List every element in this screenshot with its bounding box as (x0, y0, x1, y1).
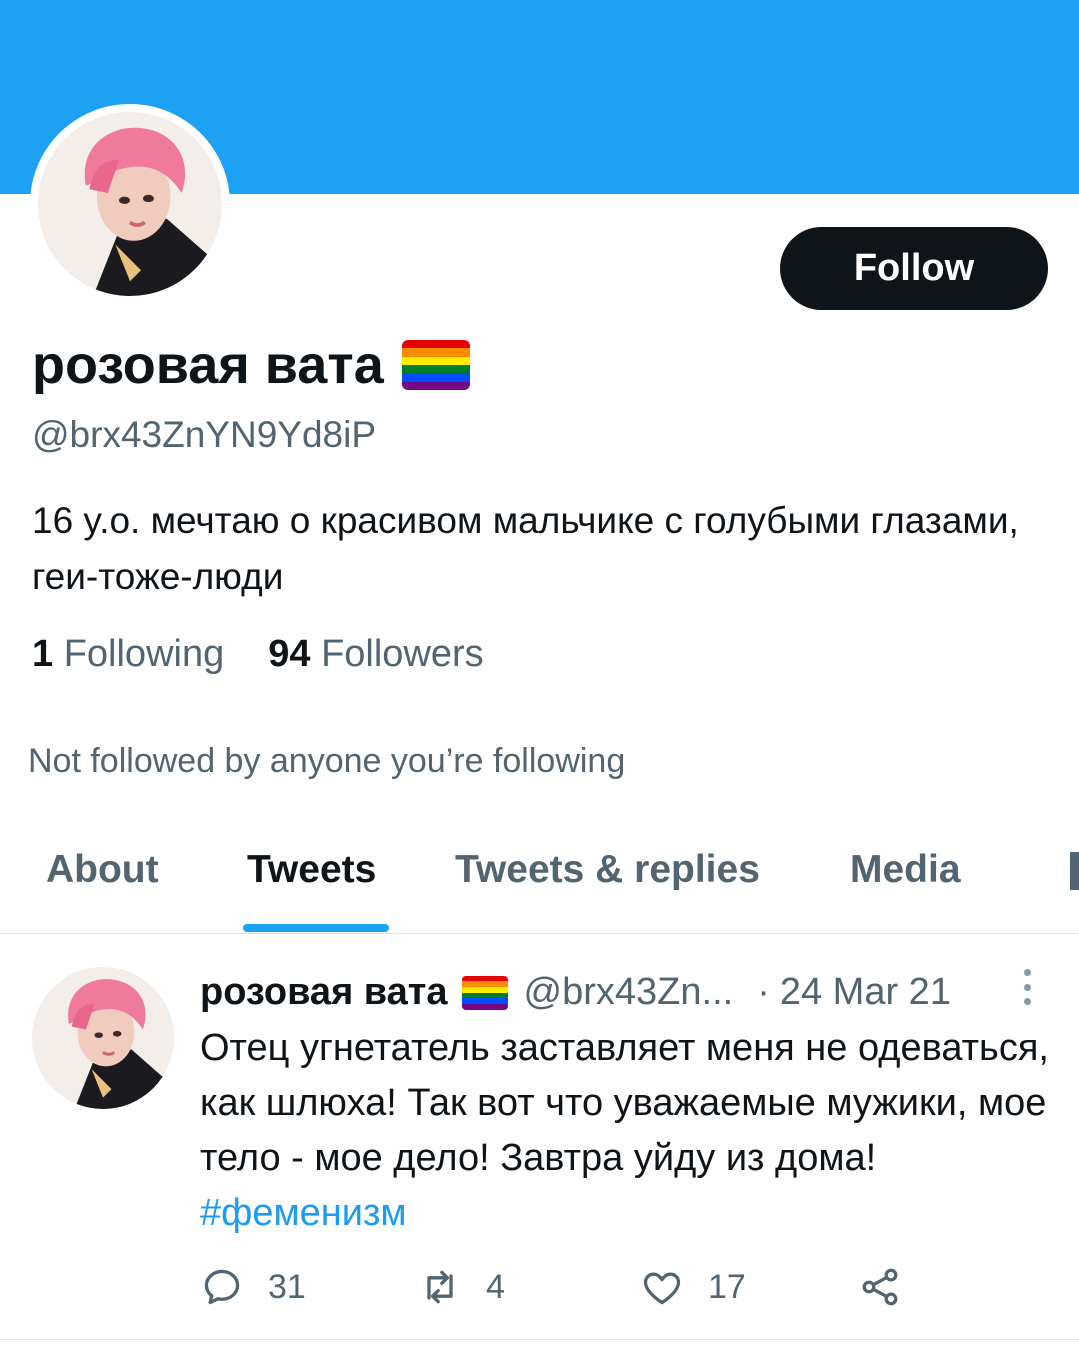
profile-avatar[interactable] (30, 104, 230, 304)
profile-stats: 1 Following 94 Followers (32, 633, 484, 676)
followers-stat[interactable]: 94 Followers (268, 633, 483, 676)
tweet-avatar[interactable] (32, 967, 174, 1109)
active-tab-indicator (243, 924, 389, 932)
tab-about[interactable]: About (46, 848, 159, 892)
not-followed-notice: Not followed by anyone you’re following (28, 742, 626, 780)
profile-bio: 16 y.o. мечтаю о красивом мальчике с гол… (32, 500, 1019, 597)
reply-button[interactable]: 31 (200, 1265, 306, 1309)
tab-tweets[interactable]: Tweets (247, 848, 376, 892)
following-count: 1 (32, 633, 54, 675)
more-options-icon[interactable] (1020, 969, 1034, 1005)
tweet-text: Отец угнетатель заставляет меня не одева… (200, 1021, 1060, 1241)
followers-label: Followers (321, 633, 484, 675)
tab-likes-partial[interactable] (1070, 852, 1079, 890)
tweet-body: Отец угнетатель заставляет меня не одева… (200, 1027, 1049, 1179)
heart-icon (643, 1272, 681, 1305)
tweet-separator: · (757, 971, 770, 1013)
rainbow-flag-icon (461, 975, 508, 1010)
retweet-icon (427, 1270, 453, 1304)
display-name-text: розовая вата (32, 335, 384, 395)
following-label: Following (63, 633, 225, 675)
reply-count: 31 (268, 1267, 306, 1306)
share-button[interactable] (858, 1265, 902, 1309)
tweet[interactable]: розовая вата @brx43Zn... · 24 Mar 21 Оте… (0, 935, 1079, 1340)
tweet-header: розовая вата @brx43Zn... · 24 Mar 21 (200, 971, 951, 1014)
tweet-actions: 31 4 17 (200, 1265, 1020, 1311)
tab-tweets-replies[interactable]: Tweets & replies (455, 848, 760, 892)
reply-icon (204, 1269, 240, 1305)
profile-tabs: About Tweets Tweets & replies Media (0, 830, 1079, 934)
profile-handle: @brx43ZnYN9Yd8iP (32, 414, 377, 455)
retweet-count: 4 (486, 1267, 505, 1306)
avatar-image (32, 967, 174, 1109)
followers-count: 94 (268, 633, 311, 675)
rainbow-flag-icon (401, 340, 470, 390)
tweet-author-name[interactable]: розовая вата (200, 971, 448, 1014)
profile-display-name: розовая вата (32, 338, 470, 392)
tweet-date[interactable]: 24 Mar 21 (780, 971, 951, 1014)
retweet-button[interactable]: 4 (418, 1265, 505, 1309)
tweet-hashtag[interactable]: #феменизм (200, 1192, 407, 1234)
tab-media[interactable]: Media (850, 848, 961, 892)
like-count: 17 (708, 1267, 746, 1306)
follow-button[interactable]: Follow (780, 227, 1048, 310)
following-stat[interactable]: 1 Following (32, 633, 224, 676)
share-icon (862, 1268, 898, 1306)
avatar-image (38, 112, 222, 296)
tweet-author-handle[interactable]: @brx43Zn... (524, 971, 734, 1014)
like-button[interactable]: 17 (640, 1265, 746, 1309)
